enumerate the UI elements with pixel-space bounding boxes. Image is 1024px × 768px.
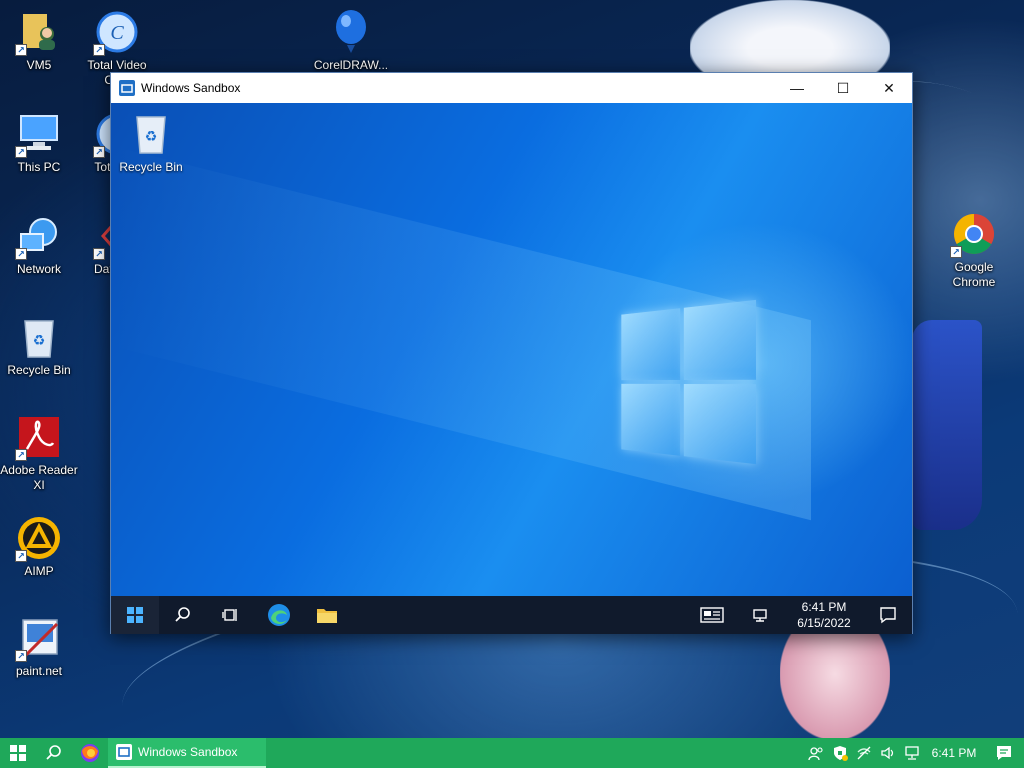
- shortcut-arrow-icon: ↗: [15, 550, 27, 562]
- desktop-icon-label: Recycle Bin: [7, 363, 71, 377]
- sandbox-titlebar[interactable]: Windows Sandbox — ☐ ✕: [111, 73, 912, 103]
- shortcut-arrow-icon: ↗: [15, 146, 27, 158]
- notifications-button[interactable]: [864, 596, 912, 634]
- windows-start-icon: [127, 607, 143, 623]
- clock-date: 6/15/2022: [797, 616, 851, 630]
- paint-net-icon: ↗: [15, 614, 63, 662]
- chrome-icon: ↗: [950, 210, 998, 258]
- desktop-icon-label: Google Chrome: [952, 260, 996, 289]
- desktop-icon-network[interactable]: ↗ Network: [0, 212, 78, 277]
- notification-icon: [997, 746, 1011, 760]
- desktop-icon-paint-net[interactable]: ↗ paint.net: [0, 614, 78, 679]
- shortcut-arrow-icon: ↗: [93, 248, 105, 260]
- recycle-bin-icon: ♻: [133, 111, 169, 158]
- wifi-tray-button[interactable]: [852, 738, 876, 768]
- notification-icon: [880, 607, 896, 624]
- edge-icon: [268, 604, 290, 626]
- coreldraw-balloon-icon: [327, 8, 375, 56]
- total-video-converter-icon: C ↗: [93, 8, 141, 56]
- desktop-icon-vm5[interactable]: ↗ VM5: [0, 8, 78, 73]
- taskbar-item-windows-sandbox[interactable]: Windows Sandbox: [108, 738, 266, 768]
- wallpaper-character-dress: [912, 320, 982, 530]
- recycle-bin-label: Recycle Bin: [119, 160, 183, 174]
- shortcut-arrow-icon: ↗: [950, 246, 962, 258]
- shortcut-arrow-icon: ↗: [93, 146, 105, 158]
- taskbar-item-label: Windows Sandbox: [138, 745, 238, 759]
- wallpaper-character-legs: [780, 630, 890, 740]
- edge-button[interactable]: [255, 596, 303, 634]
- news-icon: [700, 607, 724, 623]
- shortcut-arrow-icon: ↗: [93, 44, 105, 56]
- clock-time: 6:41 PM: [801, 600, 847, 614]
- security-tray-button[interactable]: [828, 738, 852, 768]
- sandbox-window[interactable]: Windows Sandbox — ☐ ✕ ♻ Recycle Bin 6:41…: [110, 72, 913, 634]
- sandbox-title: Windows Sandbox: [141, 81, 241, 95]
- desktop-icon-label: VM5: [26, 58, 52, 72]
- desktop-icon-aimp[interactable]: ↗ AIMP: [0, 514, 78, 579]
- desktop-icon-recycle-bin[interactable]: ♻ Recycle Bin: [0, 313, 78, 378]
- sandbox-desktop[interactable]: ♻ Recycle Bin: [111, 103, 912, 596]
- sandbox-app-icon: [116, 744, 132, 760]
- speaker-icon: [881, 746, 894, 760]
- task-view-icon: [222, 609, 237, 621]
- shortcut-arrow-icon: ↗: [15, 248, 27, 260]
- host-taskbar: Windows Sandbox 6:41 PM: [0, 738, 1024, 768]
- desktop-icon-adobe-reader[interactable]: ↗ Adobe Reader XI: [0, 413, 78, 493]
- desktop-icon-coreldraw[interactable]: CorelDRAW...: [312, 8, 390, 73]
- search-button[interactable]: [159, 596, 207, 634]
- network-monitor-icon: [905, 746, 919, 760]
- adobe-reader-icon: ↗: [15, 413, 63, 461]
- desktop-icon-label: AIMP: [24, 564, 54, 578]
- sandbox-app-icon: [119, 80, 135, 96]
- minimize-button[interactable]: —: [774, 73, 820, 103]
- news-widget-button[interactable]: [688, 596, 736, 634]
- recycle-bin-icon: ♻: [15, 313, 63, 361]
- file-explorer-button[interactable]: [303, 596, 351, 634]
- computer-icon: ↗: [15, 110, 63, 158]
- wallpaper-character-hair: [690, 0, 890, 80]
- desktop-icon-label: This PC: [17, 160, 61, 174]
- windows-logo-wallpaper: [621, 299, 757, 465]
- svg-text:C: C: [110, 22, 124, 44]
- volume-tray-button[interactable]: [876, 738, 900, 768]
- folder-icon: [317, 609, 337, 623]
- folder-user-icon: ↗: [15, 8, 63, 56]
- desktop-icon-google-chrome[interactable]: ↗ Google Chrome: [935, 210, 1013, 290]
- maximize-button[interactable]: ☐: [820, 73, 866, 103]
- host-start-button[interactable]: [0, 738, 36, 768]
- network-monitor-icon: [753, 609, 767, 622]
- people-tray-button[interactable]: [804, 738, 828, 768]
- desktop-icon-this-pc[interactable]: ↗ This PC: [0, 110, 78, 175]
- close-button[interactable]: ✕: [866, 73, 912, 103]
- shortcut-arrow-icon: ↗: [15, 650, 27, 662]
- shortcut-arrow-icon: ↗: [15, 44, 27, 56]
- svg-text:♻: ♻: [145, 129, 158, 145]
- action-center-button[interactable]: [984, 738, 1024, 768]
- people-icon: [808, 747, 823, 761]
- search-icon: [46, 745, 61, 760]
- network-tray-button[interactable]: [900, 738, 924, 768]
- aimp-icon: ↗: [15, 514, 63, 562]
- sandbox-clock[interactable]: 6:41 PM 6/15/2022: [784, 599, 864, 631]
- desktop-icon-label: paint.net: [15, 664, 63, 678]
- host-clock[interactable]: 6:41 PM: [924, 746, 984, 760]
- task-view-button[interactable]: [207, 596, 255, 634]
- wifi-off-icon: [857, 746, 871, 760]
- svg-text:♻: ♻: [33, 333, 46, 349]
- firefox-icon: [81, 744, 99, 762]
- network-globe-icon: ↗: [15, 212, 63, 260]
- shortcut-arrow-icon: ↗: [15, 449, 27, 461]
- windows-start-icon: [10, 745, 26, 761]
- desktop-icon-label: CorelDRAW...: [313, 58, 389, 72]
- sandbox-recycle-bin[interactable]: ♻ Recycle Bin: [117, 111, 185, 174]
- shield-icon: [834, 746, 848, 761]
- desktop-icon-label: Adobe Reader XI: [0, 463, 78, 492]
- desktop-icon-label: Network: [16, 262, 61, 276]
- host-search-button[interactable]: [36, 738, 72, 768]
- start-button[interactable]: [111, 596, 159, 634]
- sandbox-taskbar: 6:41 PM 6/15/2022: [111, 596, 912, 634]
- firefox-button[interactable]: [72, 738, 108, 768]
- search-icon: [175, 607, 190, 622]
- network-tray-button[interactable]: [736, 596, 784, 634]
